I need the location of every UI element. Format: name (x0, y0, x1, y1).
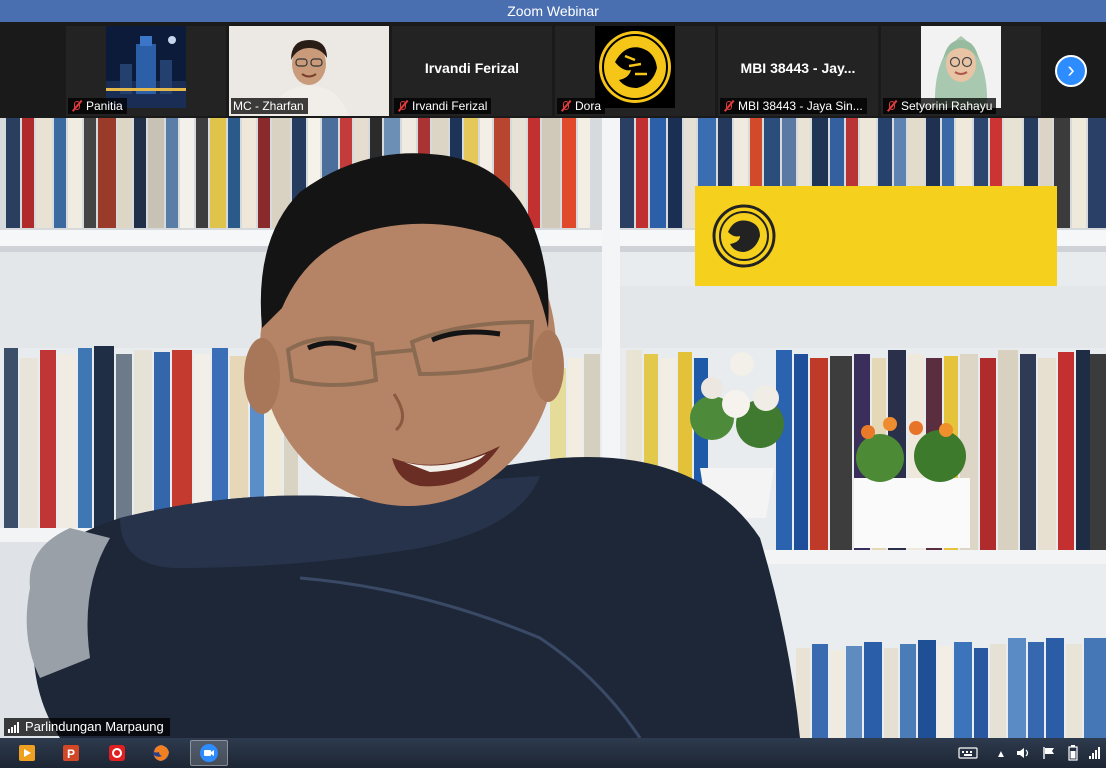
participant-name: MC - Zharfan (233, 99, 304, 113)
next-participants-button[interactable]: › (1055, 55, 1087, 87)
taskbar-powerpoint[interactable]: P (52, 740, 90, 766)
participant-label: Dora (557, 98, 606, 114)
mic-muted-icon (722, 100, 734, 112)
tray-action-center[interactable] (1042, 744, 1056, 762)
taskbar-zoom[interactable] (190, 740, 228, 766)
participant-label: Irvandi Ferizal (394, 98, 492, 114)
active-speaker-name: Parlindungan Marpaung (25, 719, 164, 734)
network-signal-icon (8, 721, 19, 733)
participant-name: Irvandi Ferizal (412, 99, 488, 113)
adobe-reader-icon (109, 745, 125, 761)
mic-muted-icon (70, 100, 82, 112)
participant-name: Panitia (86, 99, 123, 113)
taskbar-media-player[interactable] (8, 740, 46, 766)
volume-icon (1017, 748, 1029, 758)
svg-text:P: P (67, 747, 75, 761)
battery-icon (1068, 745, 1078, 761)
participant-name: MBI 38443 - Jaya Sin... (738, 99, 863, 113)
zoom-icon (200, 744, 218, 762)
participant-tile-dora[interactable]: Dora (555, 26, 715, 116)
participant-tile-panitia[interactable]: Panitia (66, 26, 226, 116)
participant-avatar (921, 26, 1001, 108)
participant-avatar (106, 26, 186, 108)
mic-muted-icon (885, 100, 897, 112)
tray-volume[interactable] (1016, 744, 1032, 762)
tiger-logo-icon (595, 26, 675, 108)
participant-tile-setyorini[interactable]: Setyorini Rahayu (881, 26, 1041, 116)
active-speaker-label: Parlindungan Marpaung (4, 718, 170, 736)
participant-label: MC - Zharfan (231, 98, 308, 114)
participant-strip: Panitia MC - Zharfan Irvandi Ferizal Irv… (0, 22, 1106, 118)
tray-expand[interactable]: ▲ (996, 744, 1006, 762)
powerpoint-icon: P (63, 745, 79, 761)
active-speaker-video[interactable]: Parlindungan Marpaung (0, 118, 1106, 738)
taskbar-adobe-reader[interactable] (98, 740, 136, 766)
firefox-icon (153, 745, 169, 761)
participant-tile-mc[interactable]: MC - Zharfan (229, 26, 389, 116)
chevron-right-icon: › (1067, 57, 1075, 82)
keyboard-icon (958, 747, 978, 759)
participant-name: Setyorini Rahayu (901, 99, 993, 113)
action-center-flag-icon (1043, 747, 1054, 759)
mic-muted-icon (396, 100, 408, 112)
participant-tile-mbi[interactable]: MBI 38443 - Jay... MBI 38443 - Jaya Sin.… (718, 26, 878, 116)
mic-muted-icon (559, 100, 571, 112)
participant-label: MBI 38443 - Jaya Sin... (720, 98, 867, 114)
participant-display-name: MBI 38443 - Jay... (740, 60, 856, 76)
tray-expand-icon: ▲ (996, 749, 1006, 760)
media-player-icon (19, 745, 35, 761)
participant-tile-irvandi[interactable]: Irvandi Ferizal Irvandi Ferizal (392, 26, 552, 116)
window-title-bar: Zoom Webinar (0, 0, 1106, 22)
participant-name: Dora (575, 99, 602, 113)
participant-display-name: Irvandi Ferizal (424, 60, 520, 76)
network-signal-icon (1089, 747, 1100, 759)
speaker-video-frame (0, 118, 1106, 738)
participant-avatar (595, 26, 675, 108)
participant-label: Panitia (68, 98, 127, 114)
window-title: Zoom Webinar (507, 3, 599, 19)
tray-battery[interactable] (1068, 744, 1078, 762)
tray-network[interactable] (1088, 744, 1102, 762)
participant-label: Setyorini Rahayu (883, 98, 997, 114)
windows-taskbar: P ▲ (0, 738, 1106, 768)
tray-keyboard[interactable] (958, 744, 978, 762)
taskbar-firefox[interactable] (142, 740, 180, 766)
maybank-sign (695, 186, 1057, 286)
